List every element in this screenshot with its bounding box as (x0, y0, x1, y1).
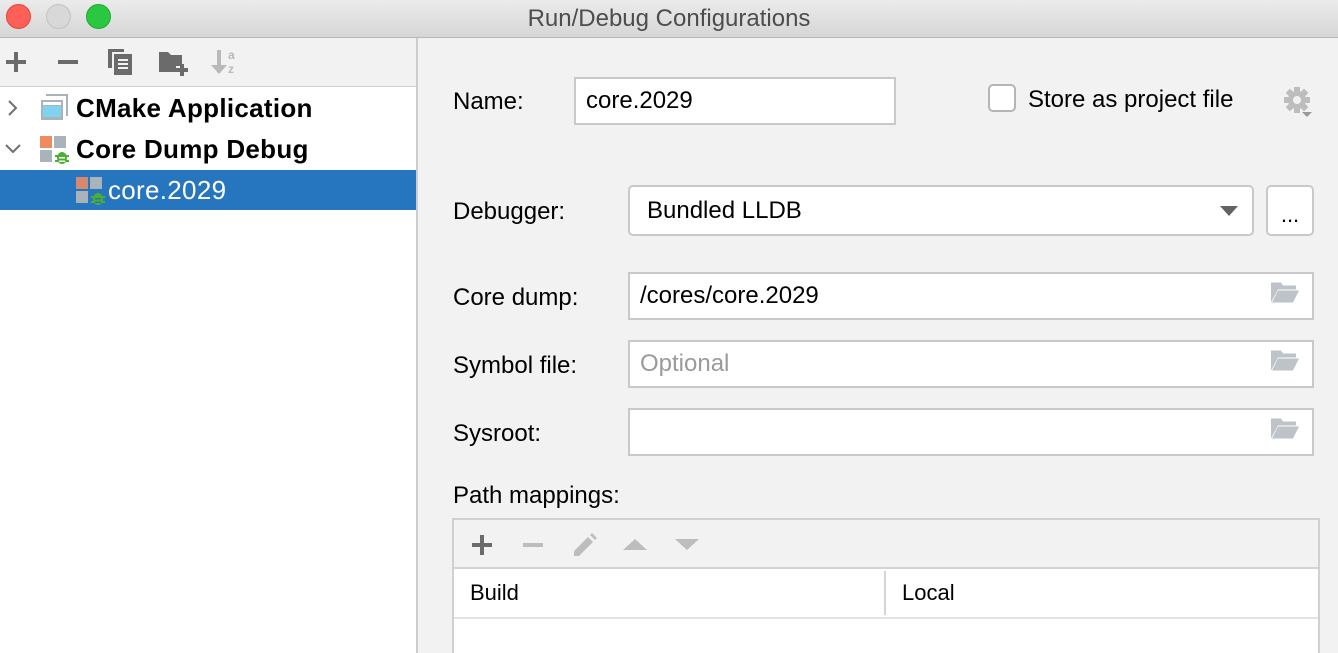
dropdown-arrow-icon (1220, 205, 1238, 216)
column-header-build[interactable]: Build (470, 569, 519, 617)
configurations-tree: CMake Application Core Dump Debug core.2… (0, 87, 416, 653)
name-label: Name: (453, 88, 524, 115)
move-up-button[interactable] (620, 530, 650, 560)
core-dump-value: /cores/core.2029 (640, 282, 819, 309)
plus-icon (6, 52, 26, 72)
folder-open-icon[interactable] (1270, 349, 1300, 380)
tree-item-label: core.2029 (108, 174, 227, 205)
add-mapping-button[interactable] (467, 530, 497, 560)
configurations-sidebar: a z CMake Application Core Dump Debug co… (0, 38, 416, 653)
sort-alpha-icon: a z (211, 48, 235, 76)
remove-mapping-button[interactable] (518, 530, 548, 560)
symbol-file-placeholder: Optional (640, 350, 730, 377)
pencil-icon (574, 533, 597, 556)
chevron-right-icon[interactable] (3, 98, 23, 118)
tree-item-cmake-application[interactable]: CMake Application (0, 88, 416, 128)
edit-mapping-button[interactable] (569, 530, 599, 560)
folder-add-icon (159, 52, 188, 76)
folder-open-icon[interactable] (1270, 417, 1300, 448)
svg-text:a: a (228, 48, 235, 62)
store-as-project-file-label[interactable]: Store as project file (1028, 86, 1233, 114)
symbol-file-input[interactable]: Optional (628, 340, 1314, 388)
gear-icon[interactable] (1284, 86, 1314, 123)
cmake-app-icon (40, 94, 68, 127)
tree-item-core-dump-debug[interactable]: Core Dump Debug (0, 129, 416, 169)
tree-item-core-2029[interactable]: core.2029 (0, 170, 416, 210)
sysroot-label: Sysroot: (453, 420, 542, 447)
core-dump-label: Core dump: (453, 284, 579, 311)
configuration-form: Name: core.2029 Store as project file De… (418, 38, 1338, 653)
store-as-project-file-checkbox[interactable] (988, 84, 1016, 112)
debugger-settings-button[interactable]: ... (1266, 185, 1314, 236)
ellipsis-label: ... (1280, 202, 1300, 227)
add-configuration-button[interactable] (1, 47, 31, 77)
path-mappings-toolbar (454, 520, 1318, 569)
new-folder-button[interactable] (158, 47, 188, 77)
window-title: Run/Debug Configurations (527, 5, 811, 32)
copy-configuration-button[interactable] (105, 47, 135, 77)
symbol-file-label: Symbol file: (453, 352, 578, 379)
sysroot-input[interactable] (628, 408, 1314, 456)
minus-icon (523, 543, 543, 547)
plus-icon (472, 535, 492, 555)
remove-configuration-button[interactable] (53, 47, 83, 77)
name-input[interactable]: core.2029 (574, 77, 896, 125)
title-bar: Run/Debug Configurations (0, 0, 1338, 38)
core-dump-icon (76, 177, 108, 212)
column-header-local[interactable]: Local (902, 569, 955, 617)
folder-open-icon[interactable] (1270, 281, 1300, 312)
debugger-label: Debugger: (453, 198, 566, 225)
core-dump-input[interactable]: /cores/core.2029 (628, 272, 1314, 320)
name-value: core.2029 (586, 87, 693, 114)
debugger-value: Bundled LLDB (647, 196, 802, 224)
debugger-select[interactable]: Bundled LLDB (628, 185, 1254, 236)
copy-icon (108, 49, 132, 75)
arrow-down-icon (675, 539, 699, 550)
minus-icon (58, 60, 78, 64)
path-mappings-label: Path mappings: (453, 482, 620, 509)
tree-item-label: CMake Application (76, 92, 313, 123)
path-mappings-header: Build Local (454, 569, 1318, 619)
column-divider[interactable] (884, 571, 886, 615)
path-mappings-table: Build Local (452, 518, 1320, 653)
move-down-button[interactable] (672, 530, 702, 560)
svg-text:z: z (228, 62, 234, 76)
tree-item-label: Core Dump Debug (76, 133, 309, 164)
arrow-up-icon (623, 539, 647, 550)
chevron-down-icon[interactable] (3, 139, 23, 159)
sort-button[interactable]: a z (210, 47, 240, 77)
path-mappings-body[interactable] (454, 619, 1318, 653)
sidebar-toolbar: a z (0, 38, 416, 87)
core-dump-icon (40, 136, 72, 171)
